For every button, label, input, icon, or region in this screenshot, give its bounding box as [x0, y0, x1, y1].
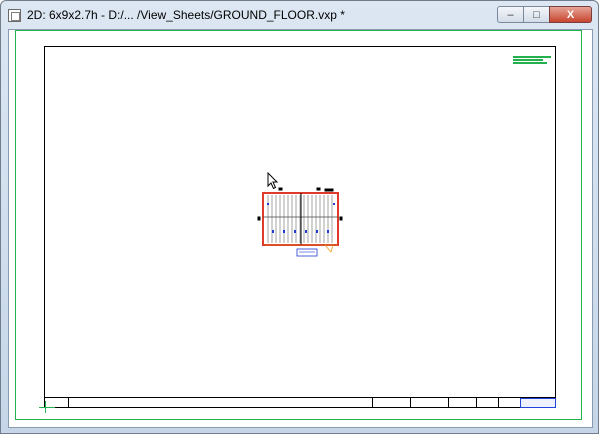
- window-controls: – □ X: [497, 6, 592, 23]
- minimize-button[interactable]: –: [497, 6, 523, 23]
- application-window: 2D: 6x9x2.7h - D:/... /View_Sheets/GROUN…: [0, 0, 599, 434]
- sheet-note-green: [513, 55, 551, 65]
- title-block: [44, 397, 556, 408]
- mouse-pointer-icon: [267, 172, 279, 190]
- title-block-logo-cell: [520, 398, 556, 408]
- window-title: 2D: 6x9x2.7h - D:/... /View_Sheets/GROUN…: [27, 8, 345, 22]
- entry-step: [324, 244, 334, 253]
- plan-label-box: [296, 248, 318, 257]
- drawing-canvas[interactable]: [8, 29, 593, 428]
- maximize-icon: □: [533, 8, 540, 21]
- close-button[interactable]: X: [549, 6, 592, 23]
- maximize-button[interactable]: □: [523, 6, 549, 23]
- minimize-icon: –: [507, 8, 514, 21]
- close-icon: X: [566, 8, 575, 21]
- app-icon[interactable]: [8, 8, 21, 22]
- title-bar[interactable]: 2D: 6x9x2.7h - D:/... /View_Sheets/GROUN…: [1, 1, 598, 29]
- origin-crosshair: [39, 407, 55, 408]
- floor-plan-drawing[interactable]: [255, 185, 345, 260]
